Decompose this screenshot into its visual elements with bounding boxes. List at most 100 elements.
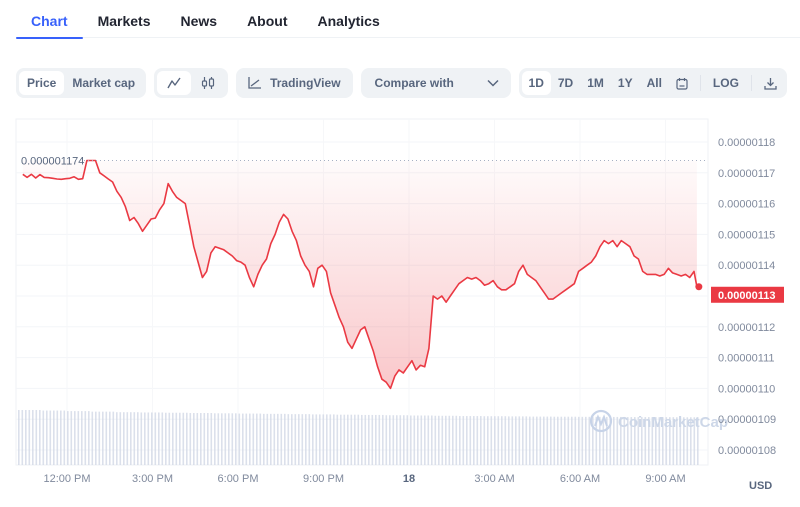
volume-bar <box>368 414 370 465</box>
volume-bar <box>63 410 66 465</box>
volume-bar <box>263 413 265 465</box>
volume-bar <box>308 414 311 465</box>
volume-bar <box>273 413 276 465</box>
volume-bar <box>350 414 353 465</box>
volume-bar <box>445 415 447 465</box>
volume-bar <box>557 416 559 465</box>
volume-bar <box>378 414 381 465</box>
volume-bar <box>49 410 52 465</box>
volume-bar <box>508 416 510 465</box>
y-tick-label: 0.00000114 <box>718 260 775 272</box>
volume-bars <box>18 410 699 465</box>
volume-bar <box>91 411 94 465</box>
volume-bar <box>298 414 300 465</box>
volume-bar <box>175 412 178 465</box>
volume-bar <box>406 415 409 465</box>
volume-bar <box>529 416 531 465</box>
volume-bar <box>340 414 342 465</box>
y-tick-label: 0.00000117 <box>718 168 775 180</box>
volume-bar <box>560 416 563 465</box>
volume-bar <box>235 413 237 465</box>
volume-bar <box>518 416 521 465</box>
volume-bar <box>469 416 472 465</box>
volume-bar <box>116 412 118 465</box>
volume-bar <box>158 412 160 465</box>
coinmarketcap-logo-icon <box>589 409 613 433</box>
price-chart[interactable]: CoinMarketCap 0.000001174 0.00000118 0.00… <box>0 0 800 507</box>
volume-bar <box>147 412 150 465</box>
volume-bar <box>242 413 244 465</box>
volume-bar <box>357 414 360 465</box>
x-axis: 12:00 PM 3:00 PM 6:00 PM 9:00 PM 18 3:00 AM 6:… <box>43 473 685 485</box>
volume-bar <box>217 413 220 465</box>
volume-bar <box>53 410 55 465</box>
volume-bar <box>105 411 108 465</box>
volume-bar <box>196 413 199 465</box>
volume-bar <box>81 411 83 465</box>
volume-bar <box>501 416 503 465</box>
x-tick-label: 3:00 AM <box>474 473 514 485</box>
volume-bar <box>326 414 328 465</box>
volume-bar <box>35 410 38 465</box>
y-tick-label: 0.00000112 <box>718 322 775 334</box>
volume-bar <box>361 414 363 465</box>
volume-bar <box>284 413 286 465</box>
volume-bar <box>581 416 584 465</box>
volume-bar <box>417 415 419 465</box>
volume-bar <box>25 410 27 465</box>
volume-bar <box>256 413 258 465</box>
volume-bar <box>511 416 514 465</box>
x-tick-label: 3:00 PM <box>132 473 173 485</box>
volume-bar <box>434 415 437 465</box>
x-tick-label: 9:00 PM <box>303 473 344 485</box>
x-tick-label: 18 <box>403 473 415 485</box>
volume-bar <box>249 413 251 465</box>
volume-bar <box>480 416 482 465</box>
volume-bar <box>497 416 500 465</box>
volume-bar <box>291 414 293 465</box>
volume-bar <box>515 416 517 465</box>
volume-bar <box>588 416 591 465</box>
volume-bar <box>476 416 479 465</box>
volume-bar <box>452 415 454 465</box>
volume-bar <box>214 413 216 465</box>
volume-bar <box>319 414 321 465</box>
x-tick-label: 12:00 PM <box>43 473 90 485</box>
volume-bar <box>102 411 104 465</box>
volume-bar <box>221 413 223 465</box>
volume-bar <box>74 411 76 465</box>
volume-bar <box>396 415 398 465</box>
volume-bar <box>200 413 202 465</box>
volume-bar <box>375 414 377 465</box>
volume-bar <box>522 416 524 465</box>
volume-bar <box>322 414 325 465</box>
y-tick-label: 0.00000116 <box>718 199 775 211</box>
volume-bar <box>182 412 185 465</box>
volume-bar <box>280 413 283 465</box>
volume-bar <box>567 416 570 465</box>
volume-bar <box>448 415 451 465</box>
volume-bar <box>137 412 139 465</box>
volume-bar <box>67 411 69 465</box>
volume-bar <box>189 413 192 465</box>
volume-bar <box>571 416 573 465</box>
volume-bar <box>168 412 171 465</box>
current-price-dot <box>695 283 703 291</box>
volume-bar <box>487 416 489 465</box>
volume-bar <box>18 410 20 465</box>
volume-bar <box>494 416 496 465</box>
volume-bar <box>259 413 262 465</box>
volume-bar <box>347 414 349 465</box>
volume-bar <box>455 415 458 465</box>
volume-bar <box>46 410 48 465</box>
volume-bar <box>413 415 416 465</box>
volume-bar <box>123 412 125 465</box>
volume-bar <box>42 410 45 465</box>
y-tick-label: 0.00000109 <box>718 414 776 426</box>
volume-bar <box>371 414 374 465</box>
volume-bar <box>543 416 545 465</box>
volume-bar <box>203 413 206 465</box>
volume-bar <box>410 415 412 465</box>
volume-bar <box>382 414 384 465</box>
volume-bar <box>546 416 549 465</box>
